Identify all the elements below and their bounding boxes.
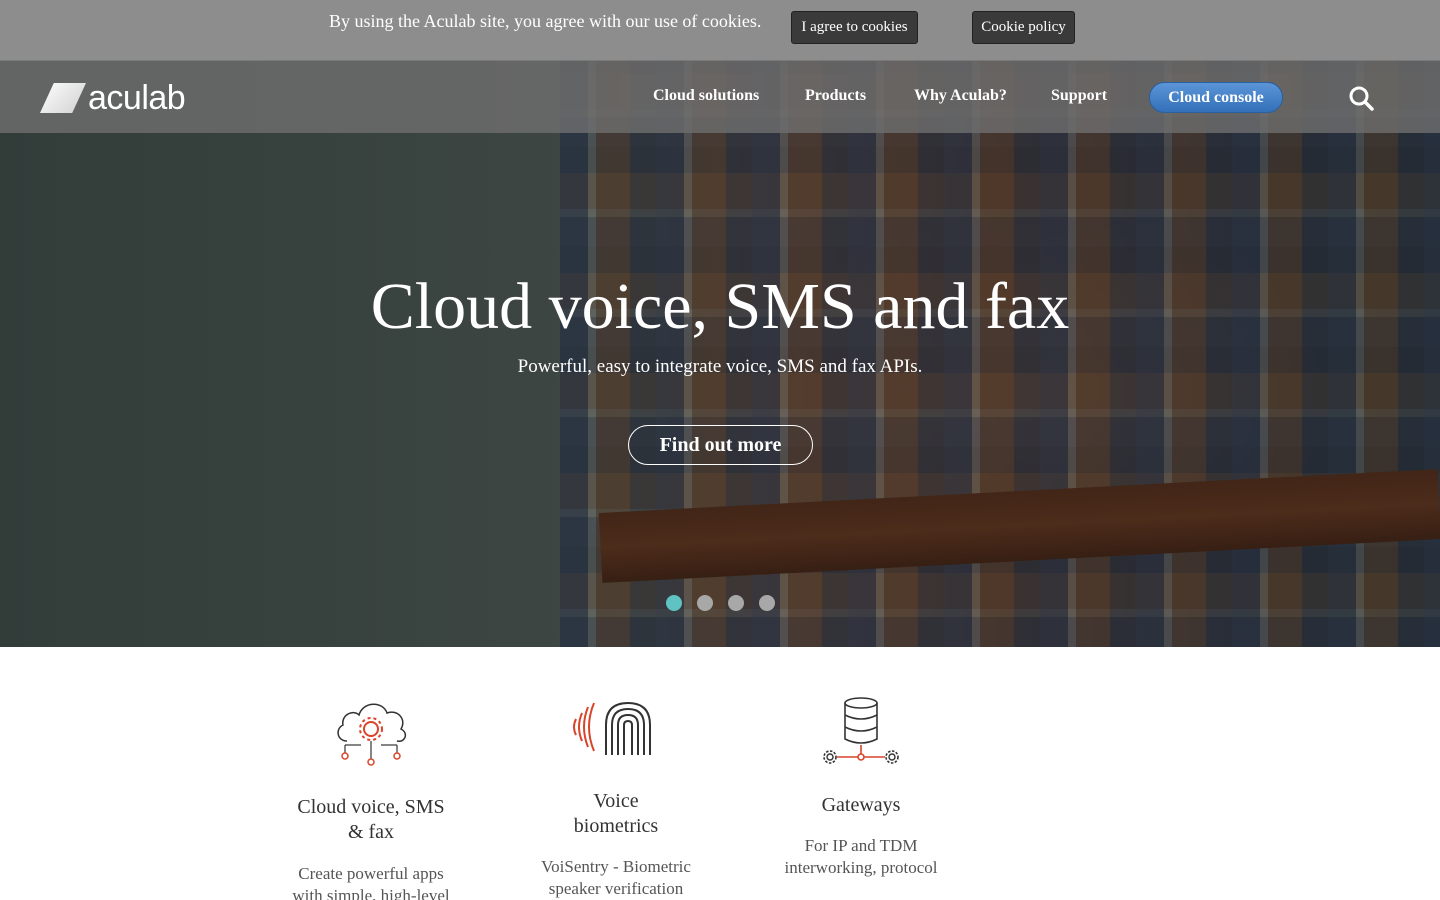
- feature-desc-line2: interworking, protocol: [784, 858, 938, 877]
- slide-dot-2[interactable]: [697, 595, 713, 611]
- cookie-message: By using the Aculab site, you agree with…: [329, 11, 762, 31]
- hero-title: Cloud voice, SMS and fax: [370, 270, 1070, 343]
- cookie-policy-button[interactable]: Cookie policy: [972, 11, 1075, 44]
- nav-why-aculab[interactable]: Why Aculab?: [914, 87, 1007, 105]
- feature-title-line1: Gateways: [821, 794, 901, 816]
- feature-desc-line2: speaker verification: [548, 879, 684, 898]
- feature-cloud-voice[interactable]: Cloud voice, SMS & fax Create powerful ap…: [271, 695, 471, 900]
- slide-dot-4[interactable]: [759, 595, 775, 611]
- logo-text: aculab: [88, 79, 186, 117]
- fingerprint-icon: [573, 701, 651, 755]
- find-out-more-button[interactable]: Find out more: [628, 425, 813, 465]
- slide-dot-3[interactable]: [728, 595, 744, 611]
- feature-title-line2: biometrics: [573, 815, 659, 837]
- feature-voice-biometrics[interactable]: Voice biometrics VoiSentry - Biometric spe…: [516, 695, 716, 900]
- feature-desc-line1: Create powerful apps: [298, 864, 444, 883]
- search-icon[interactable]: [1348, 85, 1374, 111]
- main-navbar: aculab Cloud solutions Products Why Acul…: [0, 61, 1440, 133]
- agree-cookies-button[interactable]: I agree to cookies: [791, 11, 918, 44]
- feature-desc-line1: For IP and TDM: [804, 836, 918, 855]
- aculab-logo[interactable]: aculab: [40, 79, 186, 117]
- database-gears-icon: [823, 697, 899, 764]
- cookie-banner: By using the Aculab site, you agree with…: [0, 0, 1440, 61]
- logo-mark-icon: [40, 83, 86, 113]
- nav-products[interactable]: Products: [805, 87, 866, 105]
- slide-dot-1[interactable]: [666, 595, 682, 611]
- cloud-console-button[interactable]: Cloud console: [1149, 82, 1283, 113]
- feature-title-line2: & fax: [347, 821, 395, 843]
- feature-desc-line1: VoiSentry - Biometric: [541, 857, 691, 876]
- hero-subtitle: Powerful, easy to integrate voice, SMS a…: [517, 356, 923, 377]
- feature-title-line1: Cloud voice, SMS: [297, 796, 445, 818]
- nav-cloud-solutions[interactable]: Cloud solutions: [653, 87, 759, 105]
- hero-banner: [0, 61, 1440, 647]
- feature-desc-line2: with simple, high-level: [292, 886, 450, 900]
- feature-title-line1: Voice: [593, 790, 639, 812]
- nav-support[interactable]: Support: [1051, 87, 1107, 105]
- feature-gateways[interactable]: Gateways For IP and TDM interworking, pro…: [761, 695, 961, 879]
- cloud-gear-icon: [337, 703, 407, 766]
